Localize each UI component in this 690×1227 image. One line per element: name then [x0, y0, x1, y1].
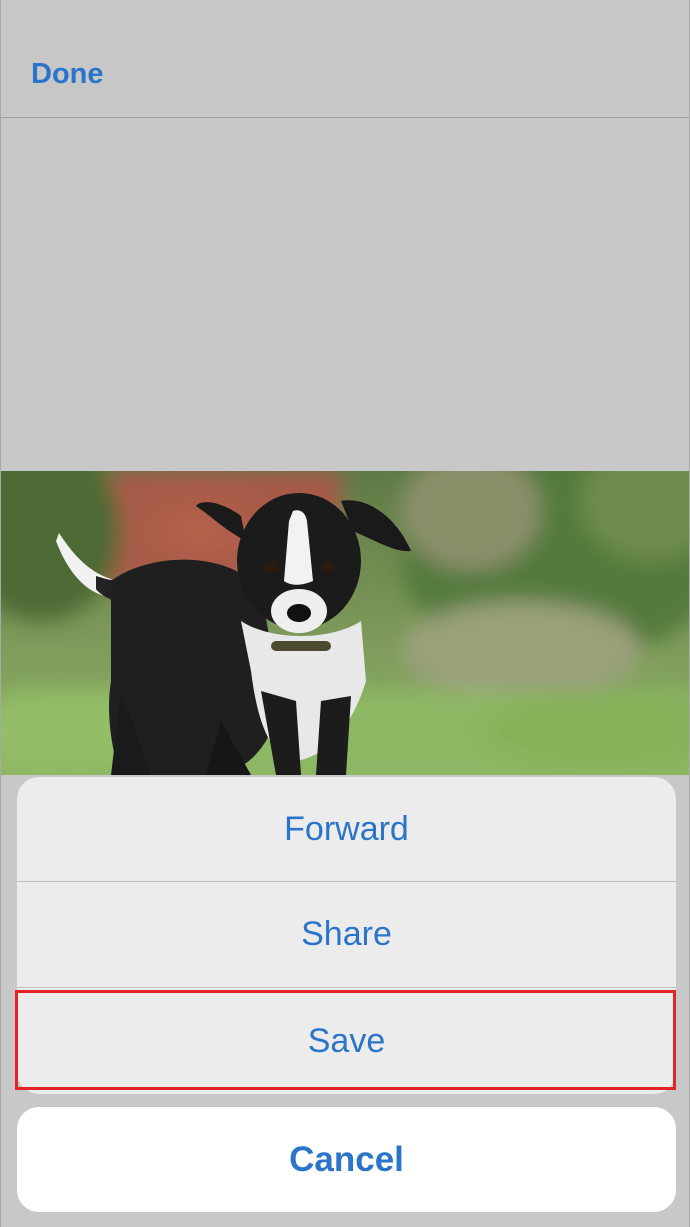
- share-button[interactable]: Share: [17, 882, 676, 986]
- puppy-photo: [1, 471, 689, 775]
- photo-preview[interactable]: [1, 471, 689, 775]
- save-button[interactable]: Save: [17, 988, 676, 1094]
- cancel-button[interactable]: Cancel: [17, 1107, 676, 1212]
- screen: Done Forward Share Save Cancel: [0, 0, 690, 1227]
- forward-button[interactable]: Forward: [17, 777, 676, 881]
- action-sheet: Forward Share Save: [17, 777, 676, 1094]
- navigation-bar: Done: [1, 0, 689, 118]
- done-button[interactable]: Done: [31, 58, 104, 91]
